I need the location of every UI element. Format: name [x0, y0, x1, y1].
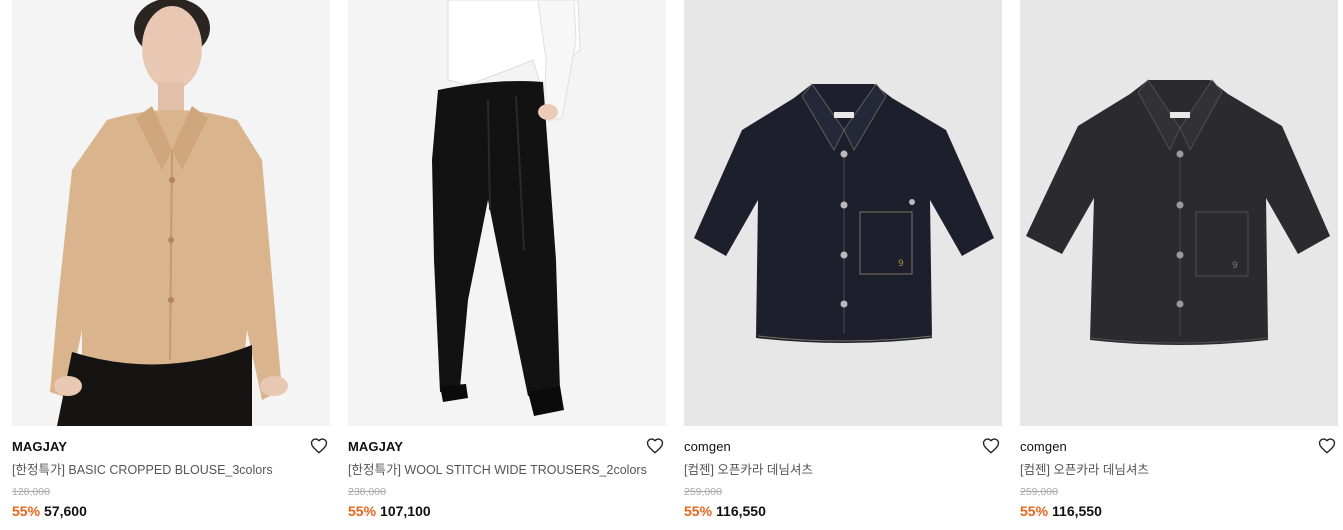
discount-rate: 55%: [348, 503, 377, 519]
brand-name[interactable]: comgen: [1020, 438, 1338, 456]
product-card[interactable]: MAGJAY [한정특가] BASIC CROPPED BLOUSE_3colo…: [12, 0, 330, 520]
original-price: 238,000: [348, 486, 386, 498]
product-info: MAGJAY [한정특가] WOOL STITCH WIDE TROUSERS_…: [348, 426, 666, 520]
price-row: 55% 107,100: [348, 502, 666, 520]
product-image[interactable]: [12, 0, 330, 426]
svg-text:9: 9: [1232, 261, 1238, 271]
price-row: 55% 116,550: [1020, 502, 1338, 520]
original-price: 259,000: [1020, 486, 1058, 498]
product-info: MAGJAY [한정특가] BASIC CROPPED BLOUSE_3colo…: [12, 426, 330, 520]
product-name[interactable]: [한정특가] BASIC CROPPED BLOUSE_3colors: [12, 462, 330, 478]
brand-name[interactable]: MAGJAY: [12, 438, 330, 456]
price-row: 55% 57,600: [12, 502, 330, 520]
heart-icon[interactable]: [646, 437, 664, 455]
price-row: 55% 116,550: [684, 502, 1002, 520]
brand-name[interactable]: MAGJAY: [348, 438, 666, 456]
product-image[interactable]: 9: [684, 0, 1002, 426]
product-name[interactable]: [컴젠] 오픈카라 데님셔츠: [684, 462, 1002, 478]
svg-text:9: 9: [898, 259, 904, 269]
indigo-denim-shirt-photo: 9: [684, 0, 1002, 426]
discount-rate: 55%: [684, 503, 713, 519]
product-info: comgen [컴젠] 오픈카라 데님셔츠 259,000 55% 116,550: [1020, 426, 1338, 520]
product-image[interactable]: 9: [1020, 0, 1338, 426]
heart-icon[interactable]: [982, 437, 1000, 455]
sale-price: 107,100: [380, 503, 431, 519]
sale-price: 116,550: [716, 503, 766, 519]
product-name[interactable]: [컴젠] 오픈카라 데님셔츠: [1020, 462, 1338, 478]
original-price: 128,000: [12, 486, 50, 498]
black-trousers-photo: [348, 0, 666, 426]
product-grid: MAGJAY [한정특가] BASIC CROPPED BLOUSE_3colo…: [12, 0, 1338, 520]
original-price: 259,000: [684, 486, 722, 498]
beige-blouse-photo: [12, 0, 330, 426]
product-card[interactable]: 9 comgen [컴젠] 오픈카라 데님셔츠 259,000 55% 116,5…: [1020, 0, 1338, 520]
product-image[interactable]: [348, 0, 666, 426]
discount-rate: 55%: [1020, 503, 1049, 519]
sale-price: 116,550: [1052, 503, 1102, 519]
black-denim-shirt-photo: 9: [1020, 0, 1338, 426]
heart-icon[interactable]: [1318, 437, 1336, 455]
heart-icon[interactable]: [310, 437, 328, 455]
brand-name[interactable]: comgen: [684, 438, 1002, 456]
discount-rate: 55%: [12, 503, 41, 519]
product-info: comgen [컴젠] 오픈카라 데님셔츠 259,000 55% 116,550: [684, 426, 1002, 520]
sale-price: 57,600: [44, 503, 87, 519]
product-card[interactable]: 9 comgen [컴젠] 오픈카라 데님셔츠 259,000 55% 116,5…: [684, 0, 1002, 520]
product-card[interactable]: MAGJAY [한정특가] WOOL STITCH WIDE TROUSERS_…: [348, 0, 666, 520]
product-name[interactable]: [한정특가] WOOL STITCH WIDE TROUSERS_2colors: [348, 462, 666, 478]
